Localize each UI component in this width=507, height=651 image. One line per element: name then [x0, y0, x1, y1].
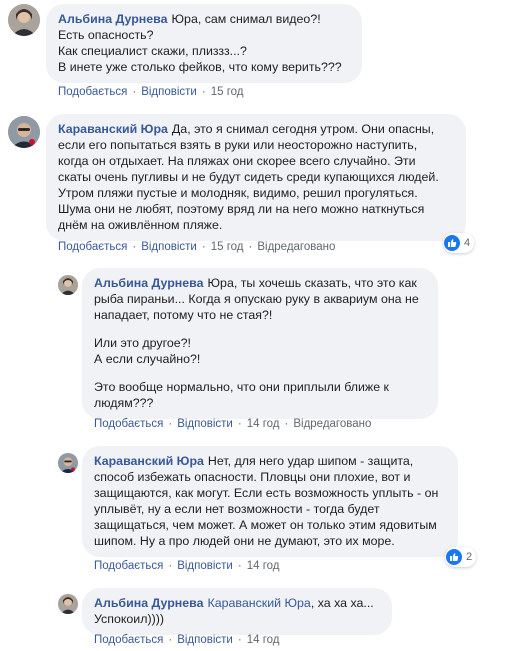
comment-text: Это вообще нормально, что они приплыли б…: [94, 380, 389, 394]
avatar[interactable]: [58, 594, 78, 614]
comment-text: если его попытаться взять в руки или нео…: [58, 138, 418, 152]
reply-link[interactable]: Відповісти: [141, 241, 197, 253]
like-link[interactable]: Подобається: [94, 634, 163, 646]
like-link[interactable]: Подобається: [94, 560, 163, 572]
comment-text: рыба пираньи... Когда я опускаю руку в а…: [94, 292, 419, 306]
avatar[interactable]: [58, 453, 78, 473]
reactions-badge[interactable]: 2: [445, 547, 477, 567]
edited-label: Відредаговано: [293, 418, 372, 430]
comment-bubble: Альбина Дурнева Юра, ты хочешь сказать, ч…: [82, 268, 438, 419]
comment-text: Есть опасность?: [58, 28, 154, 42]
like-link[interactable]: Подобається: [58, 241, 127, 253]
comment-text: Или это другое?!: [94, 336, 191, 350]
reactions-badge[interactable]: 4: [443, 233, 475, 253]
author-name[interactable]: Караванский Юра: [94, 454, 204, 468]
comment-text: уплывёт, ну а если нет возможности - тог…: [94, 502, 380, 516]
comment-text: В инете уже столько фейков, что кому вер…: [58, 60, 342, 74]
timestamp[interactable]: 14 год: [247, 560, 280, 572]
comment-text: Утром пляжи пустые и молодняк, видимо, р…: [58, 186, 418, 200]
author-name[interactable]: Альбина Дурнева: [58, 12, 168, 26]
comment-bubble: Караванский Юра Да, это я снимал сегодня …: [46, 114, 466, 241]
comment-text: Нет, для него удар шипом - защита,: [207, 454, 414, 468]
timestamp[interactable]: 15 год: [211, 241, 244, 253]
like-link[interactable]: Подобається: [58, 86, 127, 98]
comment-actions: Подобається · Відповісти · 14 год · Відредагов…: [94, 418, 372, 430]
reply-link[interactable]: Відповісти: [141, 86, 197, 98]
reply-link[interactable]: Відповісти: [177, 634, 233, 646]
comment-text: способ избежать опасности. Пловцы они пл…: [94, 470, 411, 484]
avatar[interactable]: [8, 4, 40, 36]
reply-link[interactable]: Відповісти: [177, 418, 233, 430]
comment-text: Юра, ты хочешь сказать, что это как: [207, 276, 417, 290]
comment-text: А если случайно?!: [94, 352, 201, 366]
comment-text: Юра, сам снимал видео?!: [171, 12, 321, 26]
author-name[interactable]: Караванский Юра: [58, 122, 168, 136]
comment-actions: Подобається · Відповісти · 15 год · Відредагов…: [58, 241, 336, 253]
comment-text: , ха ха ха...: [310, 596, 374, 610]
comment-bubble: Альбина Дурнева Караванский Юра, ха ха ха…: [82, 588, 392, 635]
timestamp[interactable]: 15 год: [211, 86, 244, 98]
reaction-count: 4: [464, 237, 471, 249]
like-icon: [446, 549, 462, 565]
comment-text: днём на оживлённом пляже.: [58, 218, 223, 232]
comment-bubble: Альбина Дурнева Юра, сам снимал видео?! Е…: [46, 4, 362, 83]
edited-label: Відредаговано: [257, 241, 336, 253]
comment-text: шипом. Ну а про людей они не думают, это…: [94, 534, 395, 548]
author-name[interactable]: Альбина Дурнева: [94, 276, 204, 290]
comment-text: защищаются, как могут. Если есть возможн…: [94, 486, 439, 500]
comment-text: Как специалист скажи, плиззз...?: [58, 44, 247, 58]
comment-text: скаты очень пугливы и не будут сидеть ср…: [58, 170, 439, 184]
author-name[interactable]: Альбина Дурнева: [94, 596, 204, 610]
avatar[interactable]: [8, 116, 40, 148]
reaction-count: 2: [466, 551, 473, 563]
comment-text: нападает, потому что не стая?!: [94, 308, 273, 322]
reply-link[interactable]: Відповісти: [177, 560, 233, 572]
comment-text: когда он отдыхает. На пляжах они скорее …: [58, 154, 416, 168]
comment-bubble: Караванский Юра Нет, для него удар шипом …: [82, 446, 458, 557]
avatar[interactable]: [58, 275, 78, 295]
mention-link[interactable]: Караванский Юра: [208, 596, 311, 610]
timestamp[interactable]: 14 год: [247, 418, 280, 430]
like-icon: [444, 235, 460, 251]
like-link[interactable]: Подобається: [94, 418, 163, 430]
comment-actions: Подобається · Відповісти · 14 год: [94, 634, 280, 646]
comment-actions: Подобається · Відповісти · 14 год: [94, 560, 280, 572]
comment-text: защищаться, чем может. А может он только…: [94, 518, 437, 532]
timestamp[interactable]: 14 год: [247, 634, 280, 646]
comment-text: людям???: [94, 396, 154, 410]
comment-actions: Подобається · Відповісти · 15 год: [58, 86, 244, 98]
comment-text: Да, это я снимал сегодня утром. Они опас…: [171, 122, 435, 136]
comment-text: Шума они не любят, поэтому вряд ли на не…: [58, 202, 425, 216]
comment-text: Успокоил)))): [94, 612, 164, 626]
